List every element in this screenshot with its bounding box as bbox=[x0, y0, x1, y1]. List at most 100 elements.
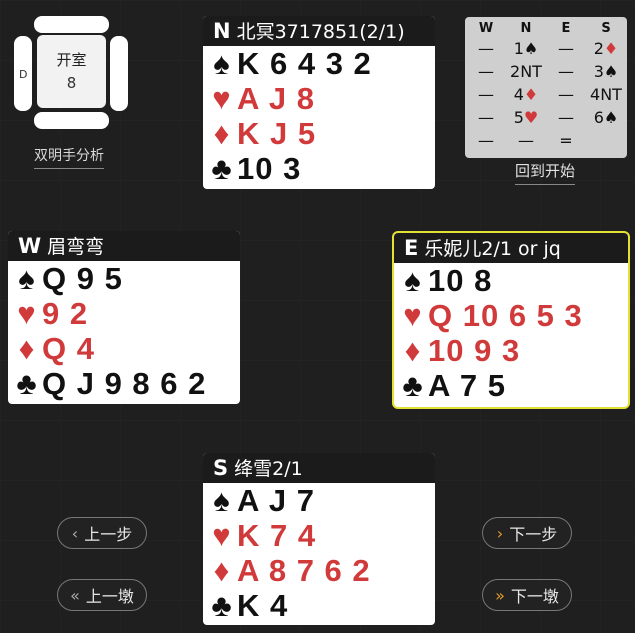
seat-south[interactable] bbox=[34, 112, 109, 129]
room-label: 开室 bbox=[56, 50, 87, 69]
cards-diamonds[interactable]: Q 4 bbox=[42, 331, 95, 366]
heart-icon: ♥ bbox=[212, 518, 232, 553]
chevron-right-icon: › bbox=[496, 523, 504, 543]
suit-row-spades[interactable]: ♠ 10 8 bbox=[394, 263, 628, 298]
next-step-button[interactable]: › 下一步 bbox=[482, 517, 572, 549]
spade-icon: ♠ bbox=[18, 261, 36, 296]
suit-row-hearts[interactable]: ♥ K 7 4 bbox=[203, 518, 435, 553]
prev-step-button[interactable]: ‹ 上一步 bbox=[57, 517, 147, 549]
spade-icon: ♠ bbox=[404, 263, 422, 298]
bid-cell: — bbox=[478, 39, 494, 58]
hand-east-active: E 乐妮儿2/1 or jq ♠ 10 8 ♥ Q 10 6 5 3 ♦ 10 9 3 … bbox=[392, 231, 630, 409]
bidding-grid: W N E S — 1♠ — 2♦ — 2NT — 3♠ — 4♦ — 4NT — 5♥ — 6♠ — — = bbox=[465, 17, 627, 152]
hand-header: E 乐妮儿2/1 or jq bbox=[394, 233, 628, 263]
suit-row-spades[interactable]: ♠ Q 9 5 bbox=[8, 261, 240, 296]
hand-west: W 眉弯弯 ♠ Q 9 5 ♥ 9 2 ♦ Q 4 ♣ Q J 9 8 6 2 bbox=[8, 231, 240, 404]
hand-header: S 绛雪2/1 bbox=[203, 453, 435, 483]
dealer-marker: D bbox=[19, 68, 28, 81]
direction-label: W bbox=[18, 234, 42, 258]
suit-row-clubs[interactable]: ♣ Q J 9 8 6 2 bbox=[8, 366, 240, 401]
player-name: 北冥3717851(2/1) bbox=[236, 21, 405, 43]
suit-row-clubs[interactable]: ♣ 10 3 bbox=[203, 151, 435, 186]
bid-cell: 4♦ bbox=[513, 85, 539, 104]
cards-clubs[interactable]: 10 3 bbox=[237, 151, 301, 186]
bid-cell: — bbox=[478, 108, 494, 127]
next-trick-button[interactable]: » 下一墩 bbox=[482, 579, 572, 611]
suit-row-diamonds[interactable]: ♦ K J 5 bbox=[203, 116, 435, 151]
cards-spades[interactable]: A J 7 bbox=[237, 483, 315, 518]
hand-north: N 北冥3717851(2/1) ♠ K 6 4 3 2 ♥ A J 8 ♦ K J 5… bbox=[203, 16, 435, 189]
suit-row-hearts[interactable]: ♥ Q 10 6 5 3 bbox=[394, 298, 628, 333]
bid-cell: 2NT bbox=[510, 62, 542, 81]
cards-hearts[interactable]: A J 8 bbox=[237, 81, 315, 116]
cards-hearts[interactable]: K 7 4 bbox=[237, 518, 316, 553]
bid-cell: — bbox=[478, 85, 494, 104]
spade-icon: ♠ bbox=[213, 483, 231, 518]
direction-label: E bbox=[404, 236, 419, 260]
cards-diamonds[interactable]: A 8 7 6 2 bbox=[237, 553, 371, 588]
heart-icon: ♥ bbox=[403, 298, 423, 333]
suit-row-hearts[interactable]: ♥ A J 8 bbox=[203, 81, 435, 116]
bid-cell: 4NT bbox=[590, 85, 622, 104]
club-icon: ♣ bbox=[211, 588, 233, 623]
cards-spades[interactable]: K 6 4 3 2 bbox=[237, 46, 372, 81]
suit-row-clubs[interactable]: ♣ A 7 5 bbox=[394, 368, 628, 403]
cards-diamonds[interactable]: 10 9 3 bbox=[428, 333, 520, 368]
bid-cell: = bbox=[559, 131, 573, 150]
cards-hearts[interactable]: Q 10 6 5 3 bbox=[428, 298, 583, 333]
club-icon: ♣ bbox=[402, 368, 424, 403]
cards-clubs[interactable]: A 7 5 bbox=[428, 368, 506, 403]
seat-east[interactable] bbox=[110, 36, 128, 111]
table-widget: D 开室 8 bbox=[14, 16, 129, 131]
spade-icon: ♠ bbox=[213, 46, 231, 81]
back-to-start-link[interactable]: 回到开始 bbox=[515, 160, 576, 185]
bid-cell: 5♥ bbox=[513, 108, 539, 127]
player-name: 眉弯弯 bbox=[47, 236, 105, 258]
next-step-label: 下一步 bbox=[509, 525, 558, 544]
bid-cell: — bbox=[478, 131, 494, 150]
room-indicator: 开室 8 bbox=[37, 35, 106, 108]
cards-hearts[interactable]: 9 2 bbox=[42, 296, 88, 331]
seat-north[interactable] bbox=[34, 16, 109, 33]
bid-header-e: E bbox=[561, 21, 571, 36]
bid-cell: — bbox=[518, 131, 534, 150]
double-chevron-left-icon: « bbox=[70, 585, 80, 605]
bid-header-w: W bbox=[478, 21, 494, 36]
bid-cell: 3♠ bbox=[593, 62, 619, 81]
prev-trick-label: 上一墩 bbox=[85, 587, 134, 606]
bid-cell: — bbox=[558, 39, 574, 58]
prev-trick-button[interactable]: « 上一墩 bbox=[57, 579, 147, 611]
cards-spades[interactable]: 10 8 bbox=[428, 263, 492, 298]
heart-icon: ♥ bbox=[17, 296, 37, 331]
double-chevron-right-icon: » bbox=[495, 585, 505, 605]
club-icon: ♣ bbox=[16, 366, 38, 401]
bid-header-n: N bbox=[520, 21, 532, 36]
cards-spades[interactable]: Q 9 5 bbox=[42, 261, 123, 296]
prev-step-label: 上一步 bbox=[84, 525, 133, 544]
suit-row-diamonds[interactable]: ♦ A 8 7 6 2 bbox=[203, 553, 435, 588]
bid-cell bbox=[586, 129, 626, 152]
diamond-icon: ♦ bbox=[213, 553, 231, 588]
bid-cell: — bbox=[478, 62, 494, 81]
suit-row-clubs[interactable]: ♣ K 4 bbox=[203, 588, 435, 623]
suit-row-spades[interactable]: ♠ K 6 4 3 2 bbox=[203, 46, 435, 81]
cards-diamonds[interactable]: K J 5 bbox=[237, 116, 316, 151]
bid-cell: 1♠ bbox=[513, 39, 539, 58]
bidding-history: W N E S — 1♠ — 2♦ — 2NT — 3♠ — 4♦ — 4NT — 5♥ — 6♠ — — = bbox=[465, 17, 627, 158]
suit-row-hearts[interactable]: ♥ 9 2 bbox=[8, 296, 240, 331]
bid-cell: — bbox=[558, 85, 574, 104]
suit-row-diamonds[interactable]: ♦ Q 4 bbox=[8, 331, 240, 366]
hand-header: W 眉弯弯 bbox=[8, 231, 240, 261]
double-dummy-analysis-link[interactable]: 双明手分析 bbox=[34, 145, 104, 169]
bid-cell: 2♦ bbox=[593, 39, 619, 58]
suit-row-spades[interactable]: ♠ A J 7 bbox=[203, 483, 435, 518]
room-number: 8 bbox=[66, 73, 77, 92]
bid-cell: — bbox=[558, 62, 574, 81]
bid-header-s: S bbox=[601, 21, 611, 36]
bid-cell: 6♠ bbox=[593, 108, 619, 127]
cards-clubs[interactable]: K 4 bbox=[237, 588, 288, 623]
heart-icon: ♥ bbox=[212, 81, 232, 116]
diamond-icon: ♦ bbox=[213, 116, 231, 151]
cards-clubs[interactable]: Q J 9 8 6 2 bbox=[42, 366, 206, 401]
suit-row-diamonds[interactable]: ♦ 10 9 3 bbox=[394, 333, 628, 368]
